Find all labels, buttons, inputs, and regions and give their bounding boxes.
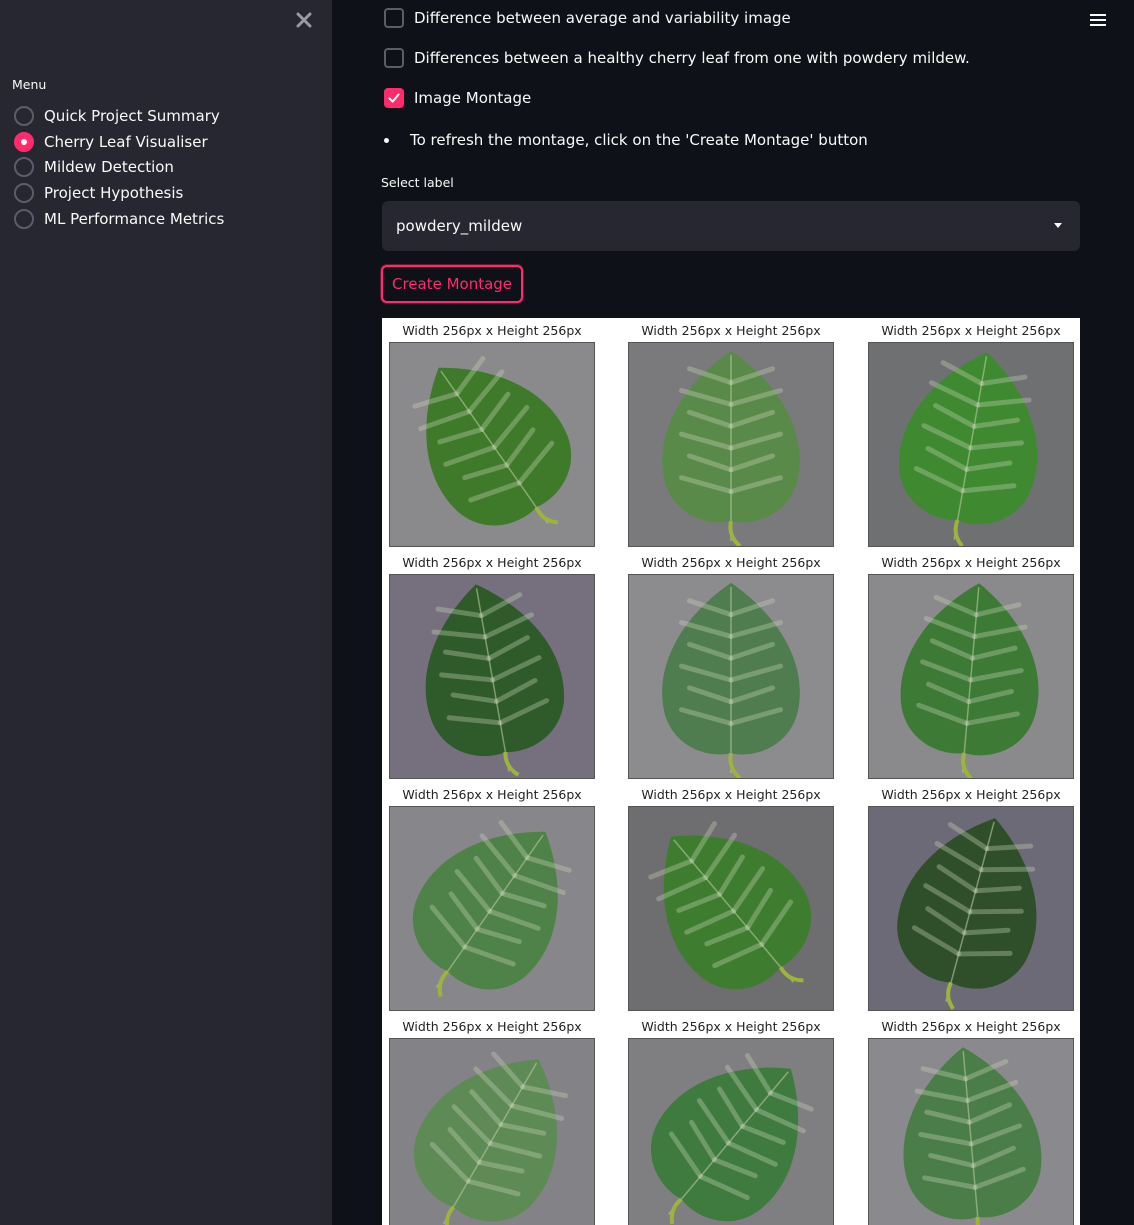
montage-cell: Width 256px x Height 256px	[868, 320, 1074, 547]
radio-label: ML Performance Metrics	[44, 210, 225, 229]
image-caption: Width 256px x Height 256px	[402, 1019, 582, 1034]
leaf-image	[868, 342, 1074, 547]
checkbox-avg-variability[interactable]: Difference between average and variabili…	[384, 8, 791, 28]
radio-button[interactable]	[14, 157, 34, 178]
image-caption: Width 256px x Height 256px	[881, 1019, 1061, 1034]
radio-item-quick-project-summary[interactable]: Quick Project Summary	[14, 103, 224, 129]
montage-cell: Width 256px x Height 256px	[389, 320, 595, 547]
leaf-image	[389, 574, 595, 779]
image-caption: Width 256px x Height 256px	[402, 323, 582, 338]
radio-button[interactable]	[14, 105, 34, 126]
montage-cell: Width 256px x Height 256px	[868, 784, 1074, 1011]
select-label: Select label	[381, 175, 454, 190]
leaf-image	[628, 806, 834, 1011]
bullet-icon	[384, 137, 389, 143]
leaf-image	[389, 342, 595, 547]
checkbox-box[interactable]	[384, 48, 404, 68]
menu-label: Menu	[12, 77, 47, 92]
montage-cell: Width 256px x Height 256px	[389, 1016, 595, 1225]
refresh-hint-text: To refresh the montage, click on the 'Cr…	[410, 131, 868, 149]
image-montage: Width 256px x Height 256px Width 256px x …	[382, 318, 1080, 1225]
leaf-image	[628, 342, 834, 547]
sidebar: Menu Quick Project Summary Cherry Leaf V…	[0, 0, 332, 1225]
image-caption: Width 256px x Height 256px	[641, 787, 821, 802]
checkbox-label: Difference between average and variabili…	[414, 9, 791, 27]
montage-cell: Width 256px x Height 256px	[628, 784, 834, 1011]
image-caption: Width 256px x Height 256px	[881, 787, 1061, 802]
radio-button-selected[interactable]	[14, 131, 34, 152]
radio-label: Cherry Leaf Visualiser	[44, 132, 208, 151]
checkbox-image-montage[interactable]: Image Montage	[384, 88, 531, 108]
caret-down-icon	[1054, 223, 1062, 228]
radio-label: Mildew Detection	[44, 158, 174, 177]
montage-cell: Width 256px x Height 256px	[868, 1016, 1074, 1225]
leaf-image	[628, 574, 834, 779]
create-montage-button[interactable]: Create Montage	[381, 265, 523, 303]
radio-label: Quick Project Summary	[44, 106, 220, 125]
radio-label: Project Hypothesis	[44, 184, 184, 203]
image-caption: Width 256px x Height 256px	[641, 1019, 821, 1034]
radio-item-ml-performance-metrics[interactable]: ML Performance Metrics	[14, 206, 224, 232]
image-caption: Width 256px x Height 256px	[402, 555, 582, 570]
radio-item-cherry-leaf-visualiser[interactable]: Cherry Leaf Visualiser	[14, 129, 224, 155]
radio-item-project-hypothesis[interactable]: Project Hypothesis	[14, 180, 224, 206]
montage-cell: Width 256px x Height 256px	[389, 552, 595, 779]
checkmark-icon	[388, 93, 400, 103]
leaf-image	[389, 1038, 595, 1225]
leaf-image	[868, 1038, 1074, 1225]
select-value: powdery_mildew	[396, 217, 523, 235]
montage-cell: Width 256px x Height 256px	[868, 552, 1074, 779]
radio-button[interactable]	[14, 183, 34, 204]
image-caption: Width 256px x Height 256px	[881, 323, 1061, 338]
checkbox-label: Differences between a healthy cherry lea…	[414, 49, 970, 67]
close-icon[interactable]	[294, 10, 314, 30]
label-select[interactable]: powdery_mildew	[382, 201, 1080, 251]
image-caption: Width 256px x Height 256px	[641, 555, 821, 570]
leaf-image	[868, 806, 1074, 1011]
image-caption: Width 256px x Height 256px	[881, 555, 1061, 570]
hamburger-icon[interactable]	[1090, 14, 1106, 28]
refresh-hint: To refresh the montage, click on the 'Cr…	[384, 131, 868, 149]
image-caption: Width 256px x Height 256px	[641, 323, 821, 338]
radio-button[interactable]	[14, 209, 34, 230]
checkbox-healthy-vs-mildew[interactable]: Differences between a healthy cherry lea…	[384, 48, 970, 68]
checkbox-box[interactable]	[384, 8, 404, 28]
leaf-image	[868, 574, 1074, 779]
montage-cell: Width 256px x Height 256px	[389, 784, 595, 1011]
montage-cell: Width 256px x Height 256px	[628, 320, 834, 547]
leaf-image	[389, 806, 595, 1011]
radio-item-mildew-detection[interactable]: Mildew Detection	[14, 155, 224, 181]
page-radio-group: Quick Project Summary Cherry Leaf Visual…	[14, 103, 224, 232]
montage-cell: Width 256px x Height 256px	[628, 1016, 834, 1225]
montage-cell: Width 256px x Height 256px	[628, 552, 834, 779]
checkbox-label: Image Montage	[414, 89, 532, 107]
leaf-image	[628, 1038, 834, 1225]
image-caption: Width 256px x Height 256px	[402, 787, 582, 802]
checkbox-box-checked[interactable]	[384, 88, 404, 108]
